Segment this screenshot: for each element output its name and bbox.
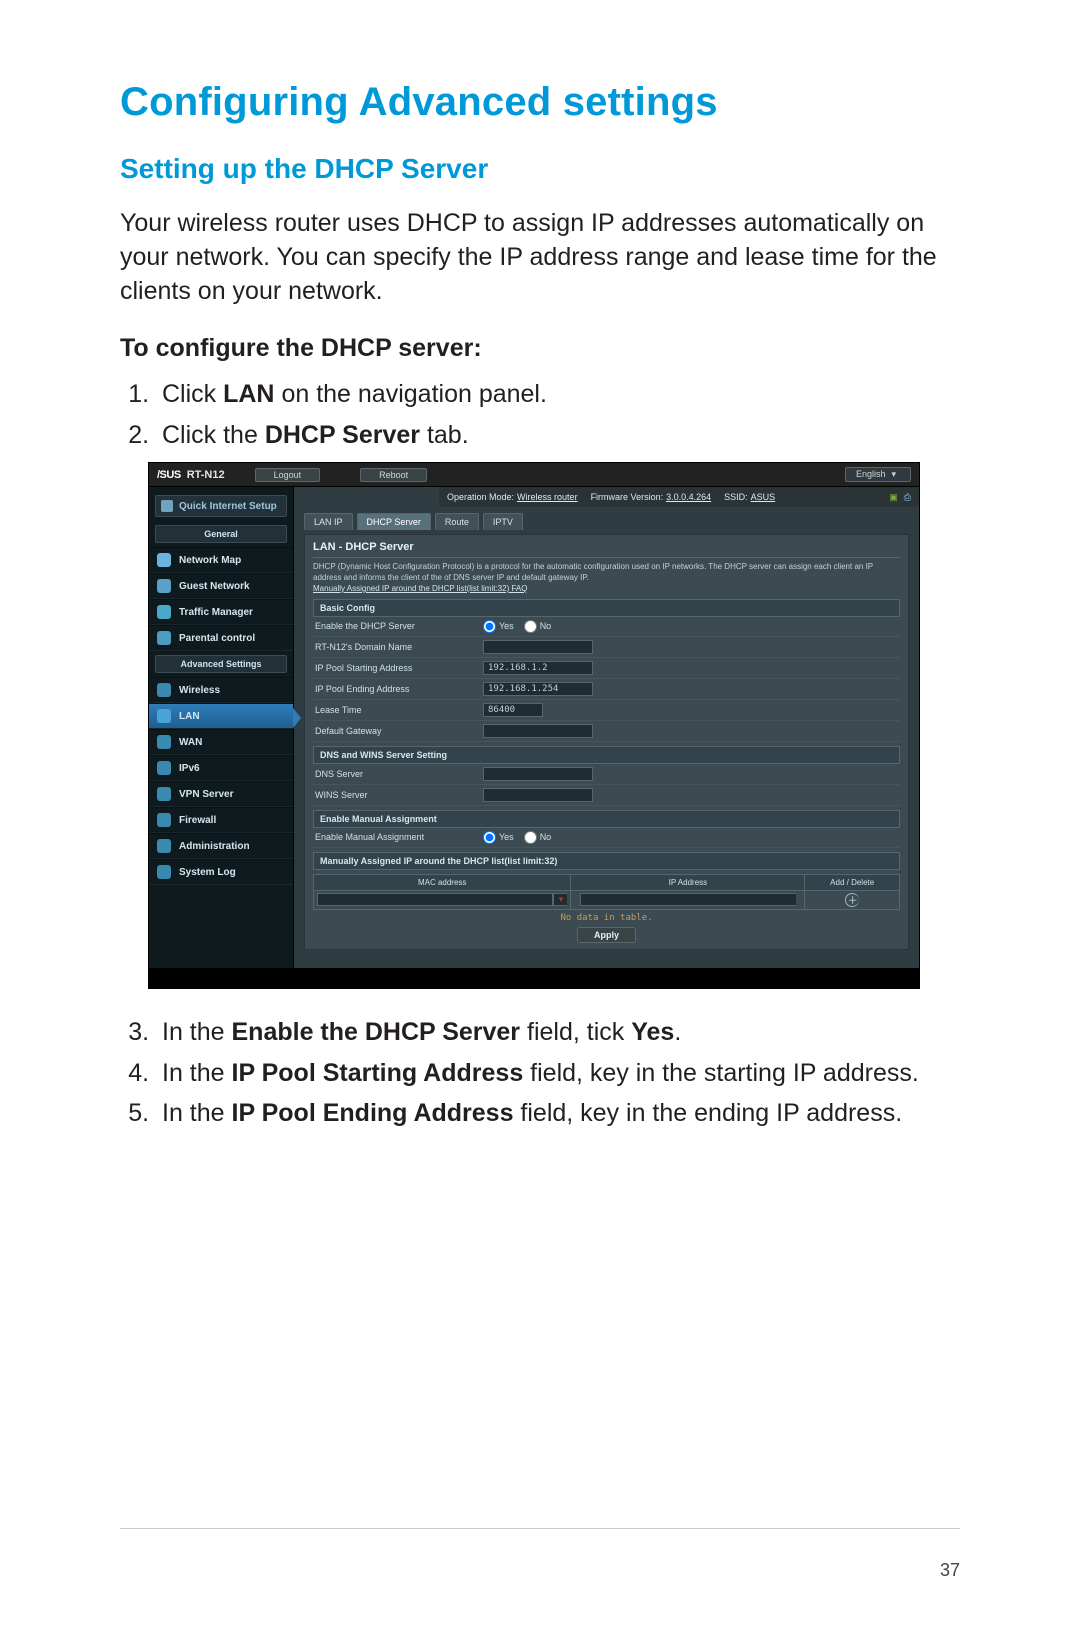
sidebar-heading-advanced: Advanced Settings [155,655,287,673]
steps-title: To configure the DHCP server: [120,334,960,363]
status-bar: Operation Mode: Wireless router Firmware… [439,487,919,507]
section-heading: Setting up the DHCP Server [120,153,960,185]
sidebar-item-guest-network[interactable]: Guest Network [149,573,293,599]
ip-pool-end-input[interactable] [483,682,593,696]
main-area: Operation Mode: Wireless router Firmware… [294,487,919,968]
manual-yes[interactable]: Yes [483,831,514,844]
sidebar-item-traffic-manager[interactable]: Traffic Manager [149,599,293,625]
sidebar-item-network-map[interactable]: Network Map [149,547,293,573]
router-topbar: /SUS RT-N12 Logout Reboot English [149,463,919,487]
sidebar-item-firewall[interactable]: Firewall [149,807,293,833]
ipv6-icon [157,761,171,775]
default-gateway-input[interactable] [483,724,593,738]
vpn-icon [157,787,171,801]
step-2: Click the DHCP Server tab. [156,418,960,453]
tab-dhcp-server[interactable]: DHCP Server [357,513,431,530]
tabs: LAN IP DHCP Server Route IPTV [294,507,919,530]
intro-paragraph: Your wireless router uses DHCP to assign… [120,207,960,308]
step-1: Click LAN on the navigation panel. [156,377,960,412]
system-log-icon [157,865,171,879]
router-status-icon: ▣ [889,492,898,503]
sidebar-item-ipv6[interactable]: IPv6 [149,755,293,781]
mac-dropdown-button[interactable]: ▼ [553,893,567,906]
sidebar-item-vpn-server[interactable]: VPN Server [149,781,293,807]
steps-list-top: Click LAN on the navigation panel. Click… [120,377,960,452]
col-action: Add / Delete [805,875,899,890]
row-ip-end: IP Pool Ending Address [313,679,900,700]
row-wins-server: WINS Server [313,785,900,806]
wins-server-input[interactable] [483,788,593,802]
col-mac: MAC address [314,875,571,890]
sidebar-item-parental-control[interactable]: Parental control [149,625,293,651]
tab-lan-ip[interactable]: LAN IP [304,513,353,530]
sidebar-item-lan[interactable]: LAN [149,703,293,729]
reboot-button[interactable]: Reboot [360,468,427,482]
section-dns-wins: DNS and WINS Server Setting [313,746,900,764]
manual-ip-table: MAC address IP Address Add / Delete ▼ ＋ [313,874,900,910]
parental-control-icon [157,631,171,645]
language-dropdown[interactable]: English [845,467,911,482]
section-manual-list: Manually Assigned IP around the DHCP lis… [313,852,900,870]
opmode-link[interactable]: Wireless router [517,492,578,502]
guest-network-icon [157,579,171,593]
col-ip: IP Address [571,875,805,890]
router-screenshot: /SUS RT-N12 Logout Reboot English Quick … [148,462,920,989]
manual-no[interactable]: No [524,831,552,844]
ip-input[interactable] [580,893,796,906]
section-basic-config: Basic Config [313,599,900,617]
mac-input[interactable] [317,893,553,906]
row-enable-dhcp: Enable the DHCP Server Yes No [313,617,900,637]
row-ip-start: IP Pool Starting Address [313,658,900,679]
administration-icon [157,839,171,853]
brand-logo: /SUS [157,469,181,481]
step-3: In the Enable the DHCP Server field, tic… [156,1015,960,1050]
ssid-link[interactable]: ASUS [751,492,776,502]
row-dns-server: DNS Server [313,764,900,785]
sidebar-item-wireless[interactable]: Wireless [149,677,293,703]
row-manual-enable: Enable Manual Assignment Yes No [313,828,900,848]
firewall-icon [157,813,171,827]
domain-name-input[interactable] [483,640,593,654]
row-lease-time: Lease Time [313,700,900,721]
tab-route[interactable]: Route [435,513,479,530]
page-heading: Configuring Advanced settings [120,80,960,125]
row-domain-name: RT-N12's Domain Name [313,637,900,658]
dhcp-panel: LAN - DHCP Server DHCP (Dynamic Host Con… [304,534,909,949]
step-4: In the IP Pool Starting Address field, k… [156,1056,960,1091]
add-entry-button[interactable]: ＋ [845,893,859,907]
sidebar-item-wan[interactable]: WAN [149,729,293,755]
sidebar-heading-general: General [155,525,287,543]
page-number: 37 [940,1560,960,1581]
enable-dhcp-yes[interactable]: Yes [483,620,514,633]
panel-description: DHCP (Dynamic Host Configuration Protoco… [313,562,900,594]
network-map-icon [157,553,171,567]
lan-icon [157,709,171,723]
model-label: RT-N12 [187,469,225,481]
sidebar: Quick Internet Setup General Network Map… [149,487,294,968]
usb-status-icon: ⎙ [904,492,911,503]
ip-pool-start-input[interactable] [483,661,593,675]
footer-rule [120,1528,960,1529]
row-default-gateway: Default Gateway [313,721,900,742]
firmware-link[interactable]: 3.0.0.4.264 [666,492,711,502]
no-data-label: No data in table. [313,910,900,926]
sidebar-item-administration[interactable]: Administration [149,833,293,859]
wrench-icon [161,500,173,512]
tab-iptv[interactable]: IPTV [483,513,523,530]
wan-icon [157,735,171,749]
panel-title: LAN - DHCP Server [313,541,900,558]
faq-link[interactable]: Manually Assigned IP around the DHCP lis… [313,584,527,593]
step-5: In the IP Pool Ending Address field, key… [156,1096,960,1131]
traffic-manager-icon [157,605,171,619]
logout-button[interactable]: Logout [255,468,321,482]
sidebar-qis[interactable]: Quick Internet Setup [155,495,287,517]
section-manual-assignment: Enable Manual Assignment [313,810,900,828]
steps-list-bottom: In the Enable the DHCP Server field, tic… [120,1015,960,1131]
wireless-icon [157,683,171,697]
dns-server-input[interactable] [483,767,593,781]
apply-button[interactable]: Apply [577,927,636,943]
sidebar-item-system-log[interactable]: System Log [149,859,293,885]
enable-dhcp-no[interactable]: No [524,620,552,633]
lease-time-input[interactable] [483,703,543,717]
